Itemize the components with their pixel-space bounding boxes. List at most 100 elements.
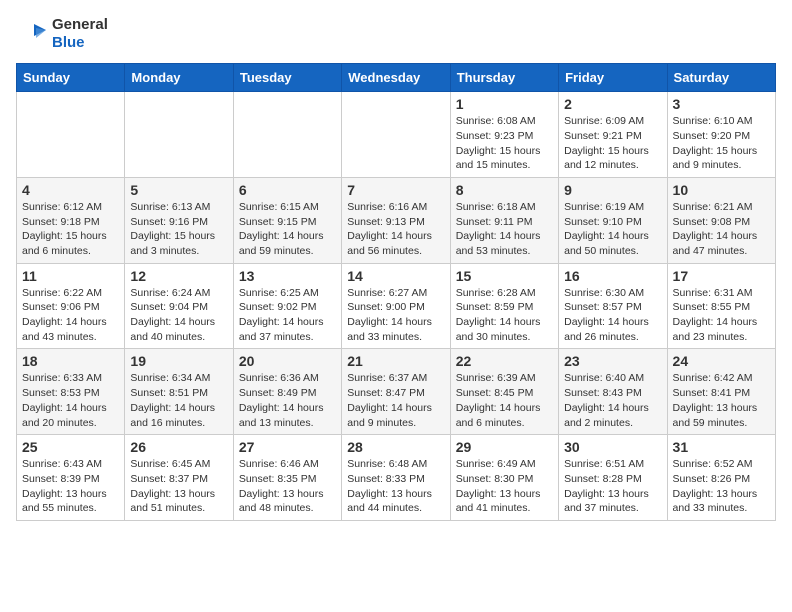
calendar-day-header: Wednesday	[342, 64, 450, 92]
day-number: 27	[239, 439, 336, 455]
day-info: Sunrise: 6:39 AM Sunset: 8:45 PM Dayligh…	[456, 371, 553, 430]
calendar-day-header: Thursday	[450, 64, 558, 92]
day-info: Sunrise: 6:48 AM Sunset: 8:33 PM Dayligh…	[347, 457, 444, 516]
day-number: 5	[130, 182, 227, 198]
day-number: 30	[564, 439, 661, 455]
day-number: 14	[347, 268, 444, 284]
day-number: 21	[347, 353, 444, 369]
calendar-day-header: Friday	[559, 64, 667, 92]
day-info: Sunrise: 6:18 AM Sunset: 9:11 PM Dayligh…	[456, 200, 553, 259]
day-info: Sunrise: 6:42 AM Sunset: 8:41 PM Dayligh…	[673, 371, 770, 430]
calendar-day-cell: 28 Sunrise: 6:48 AM Sunset: 8:33 PM Dayli…	[342, 435, 450, 521]
calendar-week-row: 25 Sunrise: 6:43 AM Sunset: 8:39 PM Dayli…	[17, 435, 776, 521]
calendar-day-header: Sunday	[17, 64, 125, 92]
day-number: 31	[673, 439, 770, 455]
calendar-day-cell: 5 Sunrise: 6:13 AM Sunset: 9:16 PM Daylig…	[125, 177, 233, 263]
calendar-week-row: 18 Sunrise: 6:33 AM Sunset: 8:53 PM Dayli…	[17, 349, 776, 435]
day-info: Sunrise: 6:43 AM Sunset: 8:39 PM Dayligh…	[22, 457, 119, 516]
day-info: Sunrise: 6:12 AM Sunset: 9:18 PM Dayligh…	[22, 200, 119, 259]
calendar-day-cell: 8 Sunrise: 6:18 AM Sunset: 9:11 PM Daylig…	[450, 177, 558, 263]
calendar-day-cell: 1 Sunrise: 6:08 AM Sunset: 9:23 PM Daylig…	[450, 92, 558, 178]
day-number: 4	[22, 182, 119, 198]
calendar-day-cell	[233, 92, 341, 178]
day-number: 15	[456, 268, 553, 284]
day-number: 13	[239, 268, 336, 284]
day-info: Sunrise: 6:27 AM Sunset: 9:00 PM Dayligh…	[347, 286, 444, 345]
day-info: Sunrise: 6:33 AM Sunset: 8:53 PM Dayligh…	[22, 371, 119, 430]
day-number: 6	[239, 182, 336, 198]
calendar-header-row: SundayMondayTuesdayWednesdayThursdayFrid…	[17, 64, 776, 92]
day-info: Sunrise: 6:13 AM Sunset: 9:16 PM Dayligh…	[130, 200, 227, 259]
calendar-day-cell: 25 Sunrise: 6:43 AM Sunset: 8:39 PM Dayli…	[17, 435, 125, 521]
day-number: 16	[564, 268, 661, 284]
header: General Blue	[16, 16, 776, 51]
day-info: Sunrise: 6:22 AM Sunset: 9:06 PM Dayligh…	[22, 286, 119, 345]
calendar-day-cell: 13 Sunrise: 6:25 AM Sunset: 9:02 PM Dayli…	[233, 263, 341, 349]
calendar-day-cell: 20 Sunrise: 6:36 AM Sunset: 8:49 PM Dayli…	[233, 349, 341, 435]
day-number: 17	[673, 268, 770, 284]
calendar-day-cell: 4 Sunrise: 6:12 AM Sunset: 9:18 PM Daylig…	[17, 177, 125, 263]
day-info: Sunrise: 6:37 AM Sunset: 8:47 PM Dayligh…	[347, 371, 444, 430]
day-number: 24	[673, 353, 770, 369]
calendar-day-cell: 24 Sunrise: 6:42 AM Sunset: 8:41 PM Dayli…	[667, 349, 775, 435]
calendar-day-cell: 14 Sunrise: 6:27 AM Sunset: 9:00 PM Dayli…	[342, 263, 450, 349]
logo-bird-icon	[16, 18, 48, 50]
day-number: 8	[456, 182, 553, 198]
calendar-week-row: 1 Sunrise: 6:08 AM Sunset: 9:23 PM Daylig…	[17, 92, 776, 178]
day-number: 19	[130, 353, 227, 369]
day-info: Sunrise: 6:45 AM Sunset: 8:37 PM Dayligh…	[130, 457, 227, 516]
logo: General Blue	[16, 16, 108, 51]
calendar-day-cell	[342, 92, 450, 178]
calendar-day-cell: 31 Sunrise: 6:52 AM Sunset: 8:26 PM Dayli…	[667, 435, 775, 521]
day-number: 23	[564, 353, 661, 369]
day-number: 2	[564, 96, 661, 112]
calendar-day-cell: 16Sunrise: 6:30 AM Sunset: 8:57 PM Dayli…	[559, 263, 667, 349]
calendar-day-cell: 21 Sunrise: 6:37 AM Sunset: 8:47 PM Dayli…	[342, 349, 450, 435]
day-info: Sunrise: 6:08 AM Sunset: 9:23 PM Dayligh…	[456, 114, 553, 173]
day-info: Sunrise: 6:16 AM Sunset: 9:13 PM Dayligh…	[347, 200, 444, 259]
day-info: Sunrise: 6:28 AM Sunset: 8:59 PM Dayligh…	[456, 286, 553, 345]
calendar-day-cell: 7Sunrise: 6:16 AM Sunset: 9:13 PM Daylig…	[342, 177, 450, 263]
calendar-day-cell: 11Sunrise: 6:22 AM Sunset: 9:06 PM Dayli…	[17, 263, 125, 349]
day-info: Sunrise: 6:52 AM Sunset: 8:26 PM Dayligh…	[673, 457, 770, 516]
calendar-week-row: 4 Sunrise: 6:12 AM Sunset: 9:18 PM Daylig…	[17, 177, 776, 263]
calendar-day-cell: 10Sunrise: 6:21 AM Sunset: 9:08 PM Dayli…	[667, 177, 775, 263]
calendar-day-cell: 27 Sunrise: 6:46 AM Sunset: 8:35 PM Dayli…	[233, 435, 341, 521]
logo-text: General Blue	[52, 16, 108, 51]
day-number: 18	[22, 353, 119, 369]
calendar-day-cell: 3Sunrise: 6:10 AM Sunset: 9:20 PM Daylig…	[667, 92, 775, 178]
calendar-day-cell: 18 Sunrise: 6:33 AM Sunset: 8:53 PM Dayli…	[17, 349, 125, 435]
calendar-day-cell: 15 Sunrise: 6:28 AM Sunset: 8:59 PM Dayli…	[450, 263, 558, 349]
calendar-day-header: Tuesday	[233, 64, 341, 92]
day-number: 29	[456, 439, 553, 455]
day-number: 1	[456, 96, 553, 112]
day-number: 12	[130, 268, 227, 284]
day-number: 20	[239, 353, 336, 369]
calendar-day-cell: 12Sunrise: 6:24 AM Sunset: 9:04 PM Dayli…	[125, 263, 233, 349]
calendar-day-cell: 17Sunrise: 6:31 AM Sunset: 8:55 PM Dayli…	[667, 263, 775, 349]
day-info: Sunrise: 6:40 AM Sunset: 8:43 PM Dayligh…	[564, 371, 661, 430]
calendar-day-cell: 22 Sunrise: 6:39 AM Sunset: 8:45 PM Dayli…	[450, 349, 558, 435]
day-info: Sunrise: 6:49 AM Sunset: 8:30 PM Dayligh…	[456, 457, 553, 516]
day-number: 9	[564, 182, 661, 198]
day-info: Sunrise: 6:25 AM Sunset: 9:02 PM Dayligh…	[239, 286, 336, 345]
day-number: 10	[673, 182, 770, 198]
day-info: Sunrise: 6:46 AM Sunset: 8:35 PM Dayligh…	[239, 457, 336, 516]
day-info: Sunrise: 6:10 AM Sunset: 9:20 PM Dayligh…	[673, 114, 770, 173]
calendar-day-cell: 6 Sunrise: 6:15 AM Sunset: 9:15 PM Daylig…	[233, 177, 341, 263]
calendar-day-cell: 19 Sunrise: 6:34 AM Sunset: 8:51 PM Dayli…	[125, 349, 233, 435]
calendar-day-cell: 9 Sunrise: 6:19 AM Sunset: 9:10 PM Daylig…	[559, 177, 667, 263]
day-info: Sunrise: 6:34 AM Sunset: 8:51 PM Dayligh…	[130, 371, 227, 430]
calendar-day-cell: 29 Sunrise: 6:49 AM Sunset: 8:30 PM Dayli…	[450, 435, 558, 521]
calendar-day-cell	[125, 92, 233, 178]
day-number: 28	[347, 439, 444, 455]
day-info: Sunrise: 6:51 AM Sunset: 8:28 PM Dayligh…	[564, 457, 661, 516]
calendar-week-row: 11Sunrise: 6:22 AM Sunset: 9:06 PM Dayli…	[17, 263, 776, 349]
day-number: 22	[456, 353, 553, 369]
calendar-day-cell	[17, 92, 125, 178]
day-info: Sunrise: 6:36 AM Sunset: 8:49 PM Dayligh…	[239, 371, 336, 430]
day-info: Sunrise: 6:15 AM Sunset: 9:15 PM Dayligh…	[239, 200, 336, 259]
day-info: Sunrise: 6:19 AM Sunset: 9:10 PM Dayligh…	[564, 200, 661, 259]
day-number: 25	[22, 439, 119, 455]
day-info: Sunrise: 6:09 AM Sunset: 9:21 PM Dayligh…	[564, 114, 661, 173]
